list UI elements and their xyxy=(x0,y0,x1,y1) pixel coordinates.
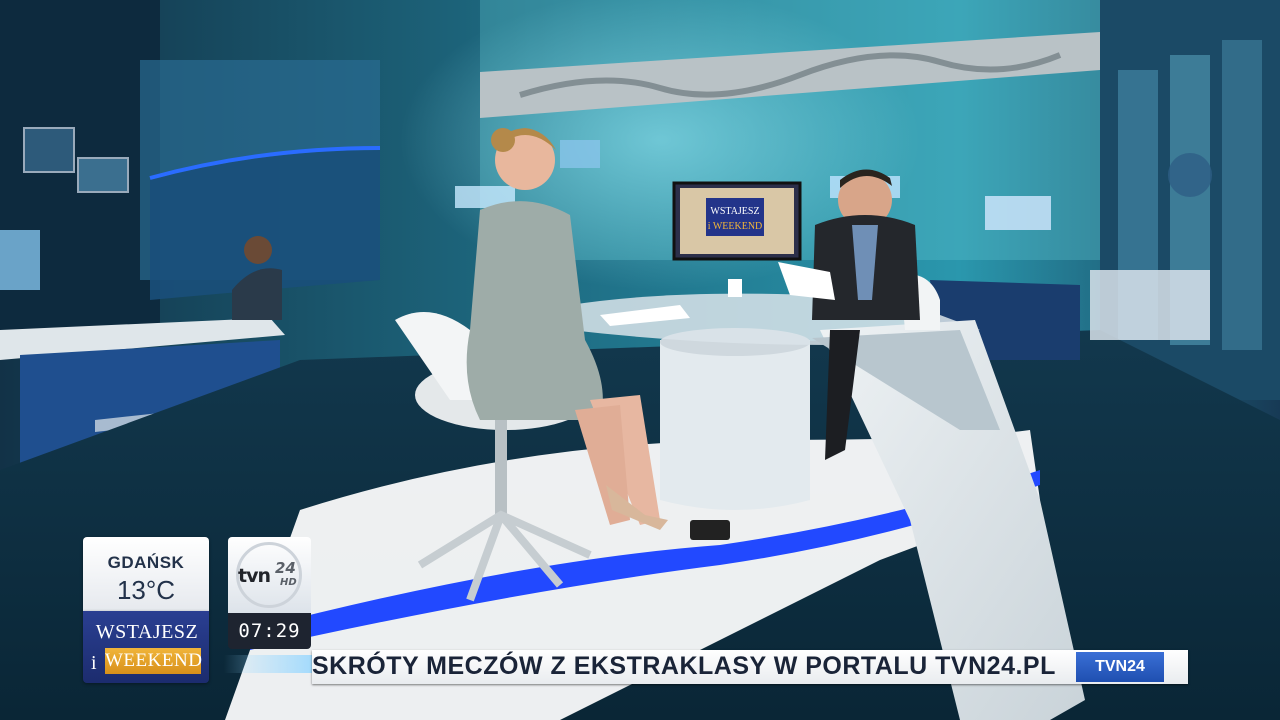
monitor-logo-line2: i WEEKEND xyxy=(708,221,763,232)
channel-name: tvn xyxy=(238,565,271,587)
show-logo: WSTAJESZ i WEEKEND xyxy=(83,611,209,683)
weather-box: GDAŃSK 13°C xyxy=(83,537,209,611)
monitor-logo-line1: WSTAJESZ xyxy=(710,206,759,217)
show-logo-line2: i xyxy=(91,652,97,674)
channel-logo: tvn 24 HD xyxy=(228,537,311,613)
show-logo-line1: WSTAJESZ xyxy=(95,621,199,643)
weather-city: GDAŃSK xyxy=(107,553,185,572)
show-logo-line3: WEEKEND xyxy=(105,648,202,674)
ticker-tag: TVN24 xyxy=(1076,652,1164,682)
hd-badge: HD xyxy=(280,577,297,588)
channel-number: 24 xyxy=(275,559,296,577)
clock: 07:29 xyxy=(228,613,311,649)
weather-temperature: 13°C xyxy=(116,575,176,605)
ticker-band xyxy=(224,655,319,673)
ticker-headline: SKRÓTY MECZÓW Z EKSTRAKLASY W PORTALU TV… xyxy=(312,652,1056,680)
news-ticker: SKRÓTY MECZÓW Z EKSTRAKLASY W PORTALU TV… xyxy=(312,650,1188,684)
